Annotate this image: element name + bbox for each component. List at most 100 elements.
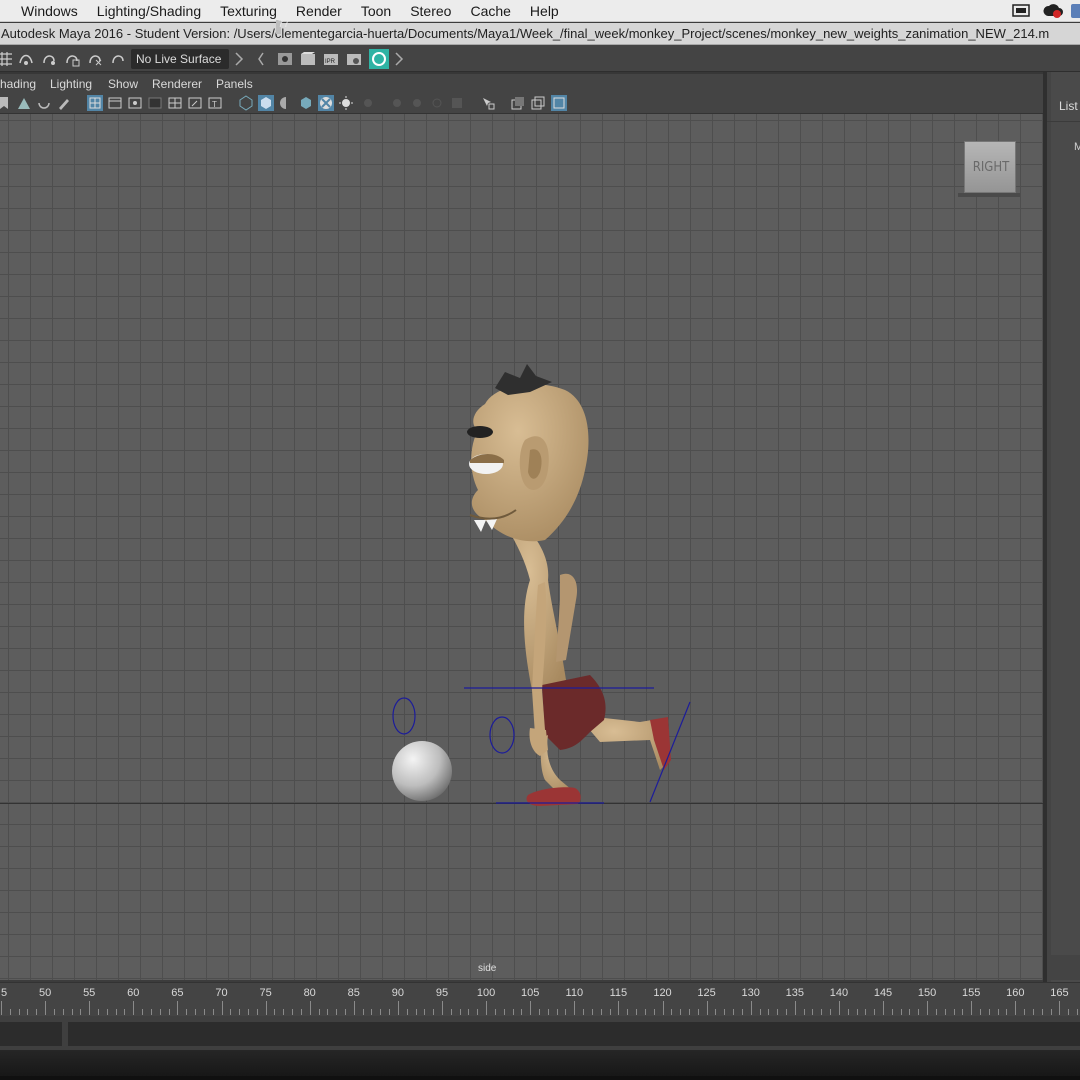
wireframe-icon[interactable]	[238, 95, 254, 111]
field-chart-icon[interactable]	[167, 95, 183, 111]
smooth-shade-icon[interactable]	[258, 95, 274, 111]
frame-tick-label: 110	[565, 987, 584, 999]
range-start-field[interactable]	[0, 1022, 62, 1046]
frame-tick	[1015, 1001, 1017, 1015]
render-frame-icon[interactable]	[300, 51, 316, 67]
collapse-arrow-icon[interactable]	[234, 51, 244, 67]
range-slider[interactable]	[68, 1022, 1080, 1046]
time-slider[interactable]: 5 50 55 60 65 70 75 80 85 90 95 100 105 110 115 120 125 1…	[0, 982, 1080, 1016]
frame-tick	[406, 1009, 408, 1015]
lights-icon[interactable]	[338, 95, 354, 111]
panel-menu-panels[interactable]: Panels	[216, 77, 253, 91]
menu-render[interactable]: Render	[296, 0, 342, 22]
camera-attr-icon[interactable]	[16, 95, 32, 111]
live-surface-field[interactable]: No Live Surface	[131, 49, 229, 69]
expand-arrow-icon[interactable]	[394, 51, 404, 67]
frame-tick	[556, 1009, 558, 1015]
menu-texturing[interactable]: Texturing	[220, 0, 277, 22]
frame-tick	[433, 1009, 435, 1015]
xray-icon[interactable]	[318, 95, 334, 111]
snap-curve-icon[interactable]	[18, 51, 34, 67]
frame-tick	[759, 1009, 761, 1015]
frame-tick-label: 105	[521, 987, 540, 999]
list-menu[interactable]: List	[1059, 99, 1078, 113]
viewport-side[interactable]: RIGHT side	[0, 114, 1043, 980]
frame-tick	[115, 1009, 117, 1015]
frame-tick	[53, 1009, 55, 1015]
ball-mesh	[392, 741, 452, 801]
menu-lighting-shading[interactable]: Lighting/Shading	[97, 0, 201, 22]
frame-tick	[353, 1001, 355, 1015]
panel-menu-lighting[interactable]: Lighting	[50, 77, 92, 91]
pencil-icon[interactable]	[56, 95, 72, 111]
frame-tick	[900, 1009, 902, 1015]
ambient-occlusion-icon[interactable]	[389, 95, 405, 111]
frame-tick	[644, 1009, 646, 1015]
camera-name-label: side	[478, 963, 497, 974]
frame-tick	[106, 1009, 108, 1015]
menu-stereo[interactable]: Stereo	[410, 0, 451, 22]
anti-alias-icon[interactable]	[429, 95, 445, 111]
xray-joints-icon[interactable]	[510, 95, 526, 111]
snap-live-icon[interactable]	[110, 51, 126, 67]
textured-icon[interactable]	[298, 95, 314, 111]
frame-tick	[186, 1009, 188, 1015]
panel-menu-show[interactable]: Show	[108, 77, 138, 91]
safe-action-icon[interactable]	[187, 95, 203, 111]
bookmark-icon[interactable]	[0, 95, 12, 111]
creative-cloud-icon[interactable]	[1042, 3, 1064, 19]
window-title: Autodesk Maya 2016 - Student Version: /U…	[0, 23, 1080, 45]
grid-toggle-icon[interactable]	[87, 95, 103, 111]
panel-menu-renderer[interactable]: Renderer	[152, 77, 202, 91]
wire-on-shaded-icon[interactable]	[278, 95, 294, 111]
menu-help[interactable]: Help	[530, 0, 559, 22]
safe-title-icon[interactable]: T	[207, 95, 223, 111]
hypershade-icon[interactable]	[369, 49, 389, 69]
frame-tick	[609, 1009, 611, 1015]
menu-toon[interactable]: Toon	[361, 0, 391, 22]
menu-windows[interactable]: Windows	[21, 0, 78, 22]
hud-icon[interactable]	[551, 95, 567, 111]
frame-tick	[653, 1009, 655, 1015]
frame-tick	[9, 1009, 11, 1015]
separator-icon	[258, 52, 264, 66]
frame-tick	[133, 1001, 135, 1015]
gate-mask-icon[interactable]	[147, 95, 163, 111]
frame-tick	[318, 1009, 320, 1015]
panel-menu-shading[interactable]: hading	[0, 77, 36, 91]
menu-cache[interactable]: Cache	[470, 0, 510, 22]
resolution-gate-icon[interactable]	[127, 95, 143, 111]
snap-point-icon[interactable]	[41, 51, 57, 67]
film-gate-icon[interactable]	[107, 95, 123, 111]
display-icon[interactable]	[1012, 3, 1030, 19]
depth-of-field-icon[interactable]	[449, 95, 465, 111]
frame-tick	[953, 1009, 955, 1015]
snap-surface-icon[interactable]	[87, 51, 103, 67]
snap-grid-icon[interactable]	[0, 51, 14, 67]
shadows-icon[interactable]	[360, 95, 376, 111]
frame-tick	[618, 1001, 620, 1015]
frame-tick	[292, 1009, 294, 1015]
motion-blur-icon[interactable]	[409, 95, 425, 111]
frame-tick	[856, 1009, 858, 1015]
frame-tick	[847, 1009, 849, 1015]
frame-tick	[380, 1009, 382, 1015]
viewcube[interactable]: RIGHT	[964, 141, 1016, 193]
ipr-render-icon[interactable]: IPR	[323, 51, 339, 67]
xray-active-icon[interactable]	[530, 95, 546, 111]
viewcube-label: RIGHT	[972, 160, 1010, 175]
frame-tick	[159, 1009, 161, 1015]
frame-tick-label: 55	[83, 987, 96, 999]
scene-geometry[interactable]	[0, 114, 1043, 980]
frame-tick-label: 100	[476, 987, 496, 999]
snap-view-icon[interactable]	[64, 51, 80, 67]
frame-tick-label: 75	[259, 987, 272, 999]
user-icon[interactable]	[1070, 3, 1080, 19]
frame-tick	[468, 1009, 470, 1015]
tumble-icon[interactable]	[36, 95, 52, 111]
frame-tick	[547, 1009, 549, 1015]
isolate-select-icon[interactable]	[480, 95, 496, 111]
frame-tick	[371, 1009, 373, 1015]
render-settings-icon[interactable]	[346, 51, 362, 67]
render-view-icon[interactable]	[277, 51, 293, 67]
